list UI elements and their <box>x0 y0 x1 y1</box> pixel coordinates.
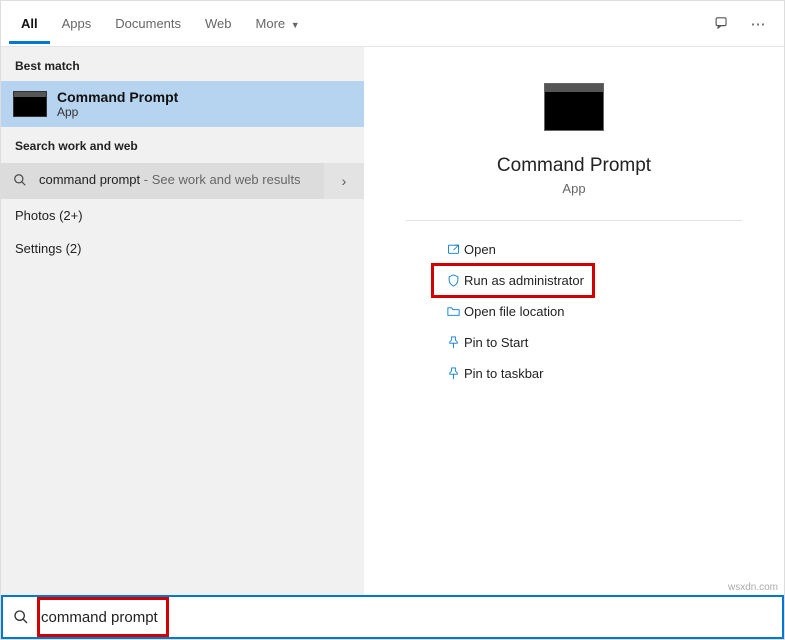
divider <box>406 220 742 221</box>
tab-more[interactable]: More ▼ <box>244 4 312 44</box>
category-photos[interactable]: Photos (2+) <box>1 199 364 232</box>
action-label: Pin to taskbar <box>464 366 544 381</box>
pin-icon <box>442 335 464 350</box>
action-pin-to-taskbar[interactable]: Pin to taskbar <box>434 359 592 388</box>
search-icon <box>3 609 39 625</box>
category-settings[interactable]: Settings (2) <box>1 232 364 265</box>
preview-subtitle: App <box>562 181 585 196</box>
action-run-as-administrator[interactable]: Run as administrator <box>434 266 592 295</box>
results-area: Best match Command Prompt App Search wor… <box>1 47 784 597</box>
action-open[interactable]: Open <box>434 235 592 264</box>
feedback-icon[interactable] <box>704 15 740 32</box>
command-prompt-icon <box>13 91 47 117</box>
web-result-item[interactable]: command prompt - See work and web result… <box>1 163 364 199</box>
best-match-subtitle: App <box>57 105 178 119</box>
pin-icon <box>442 366 464 381</box>
tab-web[interactable]: Web <box>193 4 244 44</box>
best-match-title: Command Prompt <box>57 89 178 105</box>
action-list: Open Run as administrator Open file loca… <box>434 235 592 388</box>
preview-title: Command Prompt <box>497 155 651 177</box>
shield-icon <box>442 273 464 288</box>
web-result-text: command prompt - See work and web result… <box>39 172 301 187</box>
more-options-icon[interactable]: ⋯ <box>740 15 776 33</box>
tab-documents[interactable]: Documents <box>103 4 193 44</box>
action-pin-to-start[interactable]: Pin to Start <box>434 328 592 357</box>
preview-app-icon <box>544 83 604 131</box>
results-list: Best match Command Prompt App Search wor… <box>1 47 364 597</box>
action-label: Run as administrator <box>464 273 584 288</box>
open-icon <box>442 242 464 257</box>
expand-chevron-icon[interactable]: › <box>324 163 364 199</box>
search-web-header: Search work and web <box>1 127 364 161</box>
action-label: Pin to Start <box>464 335 528 350</box>
search-icon <box>13 173 31 190</box>
best-match-item[interactable]: Command Prompt App <box>1 81 364 127</box>
action-open-file-location[interactable]: Open file location <box>434 297 592 326</box>
action-label: Open file location <box>464 304 564 319</box>
best-match-header: Best match <box>1 47 364 81</box>
tab-all[interactable]: All <box>9 4 50 44</box>
search-bar <box>1 595 784 639</box>
filter-tabs: All Apps Documents Web More ▼ ⋯ <box>1 1 784 47</box>
search-input[interactable] <box>39 609 782 626</box>
folder-icon <box>442 304 464 319</box>
chevron-down-icon: ▼ <box>291 20 300 30</box>
watermark: wsxdn.com <box>728 582 778 593</box>
action-label: Open <box>464 242 496 257</box>
preview-pane: Command Prompt App Open Run as administr… <box>364 47 784 597</box>
tab-apps[interactable]: Apps <box>50 4 104 44</box>
